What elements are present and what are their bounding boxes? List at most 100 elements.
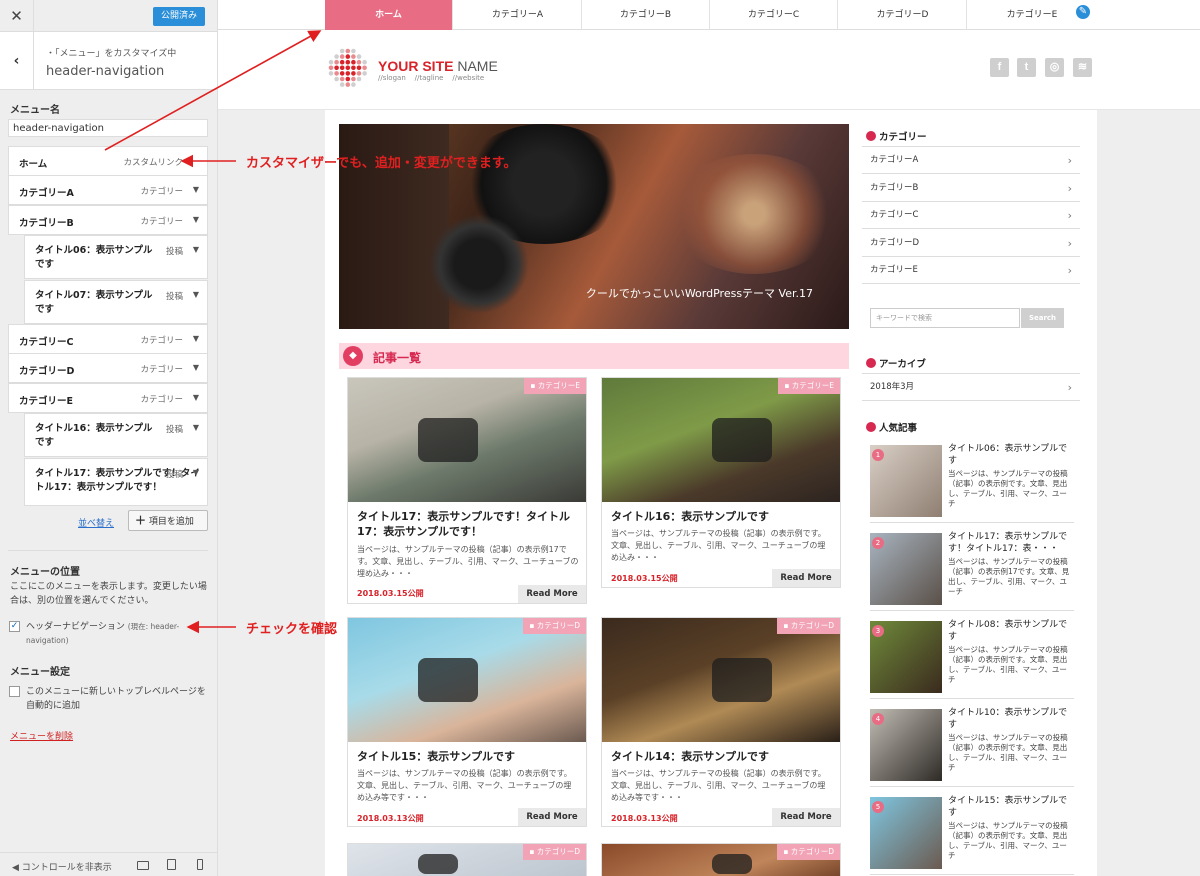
expand-arrow-icon[interactable]: ▼: [193, 468, 199, 477]
site-preview: ホーム カテゴリーA カテゴリーB カテゴリーC カテゴリーD カテゴリーE ✎ YOUR…: [218, 0, 1200, 876]
search-input[interactable]: キーワードで検索: [870, 308, 1020, 328]
article-card[interactable]: ▪ カテゴリーD: [601, 843, 841, 876]
read-more-button[interactable]: Read More: [518, 808, 586, 826]
expand-arrow-icon[interactable]: ▼: [193, 185, 199, 194]
chevron-left-icon[interactable]: ‹: [0, 32, 34, 90]
expand-arrow-icon[interactable]: ▼: [193, 363, 199, 372]
menu-name-input[interactable]: [8, 119, 208, 137]
popular-post[interactable]: 1 タイトル06：表示サンプルです 当ページは、サンプルテーマの投稿（記事）の表示例…: [870, 443, 1074, 523]
popular-post[interactable]: 3 タイトル08：表示サンプルです 当ページは、サンプルテーマの投稿（記事）の表示例…: [870, 619, 1074, 699]
popular-heading: 人気記事: [866, 420, 917, 434]
popular-post[interactable]: 2 タイトル17：表示サンプルです！タイトル17：表・・・ 当ページは、サンプルテー…: [870, 531, 1074, 611]
logo-dot: [345, 54, 351, 59]
archive-item[interactable]: 2018年3月: [862, 374, 1080, 401]
expand-arrow-icon[interactable]: ▼: [193, 290, 199, 299]
sidebar-category-item[interactable]: カテゴリーC: [862, 202, 1080, 229]
menu-item[interactable]: カテゴリーE カテゴリー ▼: [8, 383, 208, 413]
menu-item[interactable]: タイトル17：表示サンプルです！タイトル17：表示サンプルです！ 投稿 ▼: [24, 458, 208, 506]
article-thumbnail[interactable]: ▪ カテゴリーD: [602, 844, 840, 876]
nav-item[interactable]: カテゴリーB: [582, 0, 710, 30]
expand-arrow-icon[interactable]: ▼: [193, 423, 199, 432]
popular-post-thumbnail[interactable]: 3: [870, 621, 942, 693]
menu-item[interactable]: カテゴリーB カテゴリー ▼: [8, 205, 208, 235]
popular-post-thumbnail[interactable]: 5: [870, 797, 942, 869]
tablet-preview-icon[interactable]: [167, 859, 176, 870]
article-title[interactable]: タイトル14：表示サンプルです: [611, 749, 833, 764]
publish-button[interactable]: 公開済み: [152, 7, 205, 26]
location-checkbox[interactable]: ✓: [9, 621, 20, 632]
read-more-button[interactable]: Read More: [518, 585, 586, 603]
facebook-icon[interactable]: f: [990, 58, 1009, 77]
reorder-link[interactable]: 並べ替え: [78, 516, 114, 529]
article-card[interactable]: ▪ カテゴリーD タイトル15：表示サンプルです 当ページは、サンプルテーマの投稿（…: [347, 617, 587, 827]
nav-item[interactable]: カテゴリーA: [454, 0, 582, 30]
add-items-button[interactable]: ＋ 項目を追加: [128, 510, 208, 531]
main-content: クールでかっこいいWordPressテーマ Ver.17 ◆ 記事一覧 ▪ カテ…: [325, 110, 1097, 876]
menu-item[interactable]: カテゴリーD カテゴリー ▼: [8, 353, 208, 383]
category-badge[interactable]: ▪ カテゴリーD: [777, 618, 840, 634]
article-thumbnail[interactable]: ▪ カテゴリーE: [348, 378, 586, 502]
mobile-preview-icon[interactable]: [197, 859, 203, 870]
popular-post-thumbnail[interactable]: 1: [870, 445, 942, 517]
expand-arrow-icon[interactable]: ▼: [193, 215, 199, 224]
article-thumbnail[interactable]: ▪ カテゴリーD: [348, 618, 586, 742]
article-title[interactable]: タイトル16：表示サンプルです: [611, 509, 833, 524]
nav-item[interactable]: ホーム: [325, 0, 453, 30]
read-more-button[interactable]: Read More: [772, 808, 840, 826]
article-card[interactable]: ▪ カテゴリーE タイトル16：表示サンプルです 当ページは、サンプルテーマの投稿（…: [601, 377, 841, 588]
close-icon[interactable]: ✕: [0, 0, 34, 32]
arrow-circle-icon: [866, 422, 876, 432]
menu-item[interactable]: タイトル06：表示サンプルです 投稿 ▼: [24, 235, 208, 279]
site-name[interactable]: YOUR SITE NAME: [378, 58, 498, 74]
menu-item-title: カテゴリーC: [19, 337, 74, 348]
popular-post-title[interactable]: タイトル08：表示サンプルです: [948, 619, 1074, 643]
category-badge[interactable]: ▪ カテゴリーD: [523, 618, 586, 634]
article-thumbnail[interactable]: ▪ カテゴリーD: [348, 844, 586, 876]
popular-post[interactable]: 4 タイトル10：表示サンプルです 当ページは、サンプルテーマの投稿（記事）の表示例…: [870, 707, 1074, 787]
nav-item[interactable]: カテゴリーC: [710, 0, 838, 30]
rss-icon[interactable]: ≋: [1073, 58, 1092, 77]
expand-arrow-icon[interactable]: ▼: [193, 245, 199, 254]
popular-post-title[interactable]: タイトル10：表示サンプルです: [948, 707, 1074, 731]
menu-item[interactable]: タイトル16：表示サンプルです 投稿 ▼: [24, 413, 208, 457]
menu-item[interactable]: カテゴリーC カテゴリー ▼: [8, 324, 208, 354]
popular-post-thumbnail[interactable]: 4: [870, 709, 942, 781]
hide-controls-button[interactable]: ◀ コントロールを非表示: [12, 860, 112, 873]
sidebar-category-item[interactable]: カテゴリーD: [862, 230, 1080, 257]
article-card[interactable]: ▪ カテゴリーD タイトル14：表示サンプルです 当ページは、サンプルテーマの投稿（…: [601, 617, 841, 827]
instagram-icon[interactable]: ◎: [1045, 58, 1064, 77]
category-badge[interactable]: ▪ カテゴリーE: [778, 378, 840, 394]
category-badge[interactable]: ▪ カテゴリーE: [524, 378, 586, 394]
desktop-preview-icon[interactable]: [137, 861, 149, 870]
search-button[interactable]: Search: [1021, 308, 1064, 328]
expand-arrow-icon[interactable]: ▼: [193, 393, 199, 402]
delete-menu-link[interactable]: メニューを削除: [10, 729, 73, 742]
read-more-button[interactable]: Read More: [772, 569, 840, 587]
menu-item[interactable]: タイトル07：表示サンプルです 投稿 ▼: [24, 280, 208, 324]
sidebar-category-item[interactable]: カテゴリーA: [862, 147, 1080, 174]
article-title[interactable]: タイトル17：表示サンプルです！タイトル17：表示サンプルです！: [357, 509, 579, 539]
category-badge[interactable]: ▪ カテゴリーD: [523, 844, 586, 860]
nav-item[interactable]: カテゴリーD: [839, 0, 967, 30]
popular-post-title[interactable]: タイトル17：表示サンプルです！タイトル17：表・・・: [948, 531, 1074, 555]
article-card[interactable]: ▪ カテゴリーD: [347, 843, 587, 876]
category-badge[interactable]: ▪ カテゴリーD: [777, 844, 840, 860]
popular-post-thumbnail[interactable]: 2: [870, 533, 942, 605]
menu-item[interactable]: カテゴリーA カテゴリー ▼: [8, 175, 208, 205]
popular-post[interactable]: 5 タイトル15：表示サンプルです 当ページは、サンプルテーマの投稿（記事）の表示例…: [870, 795, 1074, 875]
sidebar-category-item[interactable]: カテゴリーE: [862, 257, 1080, 284]
pencil-icon[interactable]: ✎: [1074, 3, 1092, 21]
expand-arrow-icon[interactable]: ▼: [193, 334, 199, 343]
popular-post-title[interactable]: タイトル15：表示サンプルです: [948, 795, 1074, 819]
menu-item[interactable]: ホーム カスタムリンク: [8, 146, 208, 176]
twitter-icon[interactable]: t: [1017, 58, 1036, 77]
sidebar-category-item[interactable]: カテゴリーB: [862, 175, 1080, 202]
article-card[interactable]: ▪ カテゴリーE タイトル17：表示サンプルです！タイトル17：表示サンプルです！…: [347, 377, 587, 604]
auto-add-checkbox[interactable]: [9, 686, 20, 697]
article-title[interactable]: タイトル15：表示サンプルです: [357, 749, 579, 764]
article-thumbnail[interactable]: ▪ カテゴリーD: [602, 618, 840, 742]
site-logo-icon[interactable]: [328, 48, 368, 88]
article-thumbnail[interactable]: ▪ カテゴリーE: [602, 378, 840, 502]
popular-post-title[interactable]: タイトル06：表示サンプルです: [948, 443, 1074, 467]
folder-icon: ▪: [529, 847, 535, 856]
